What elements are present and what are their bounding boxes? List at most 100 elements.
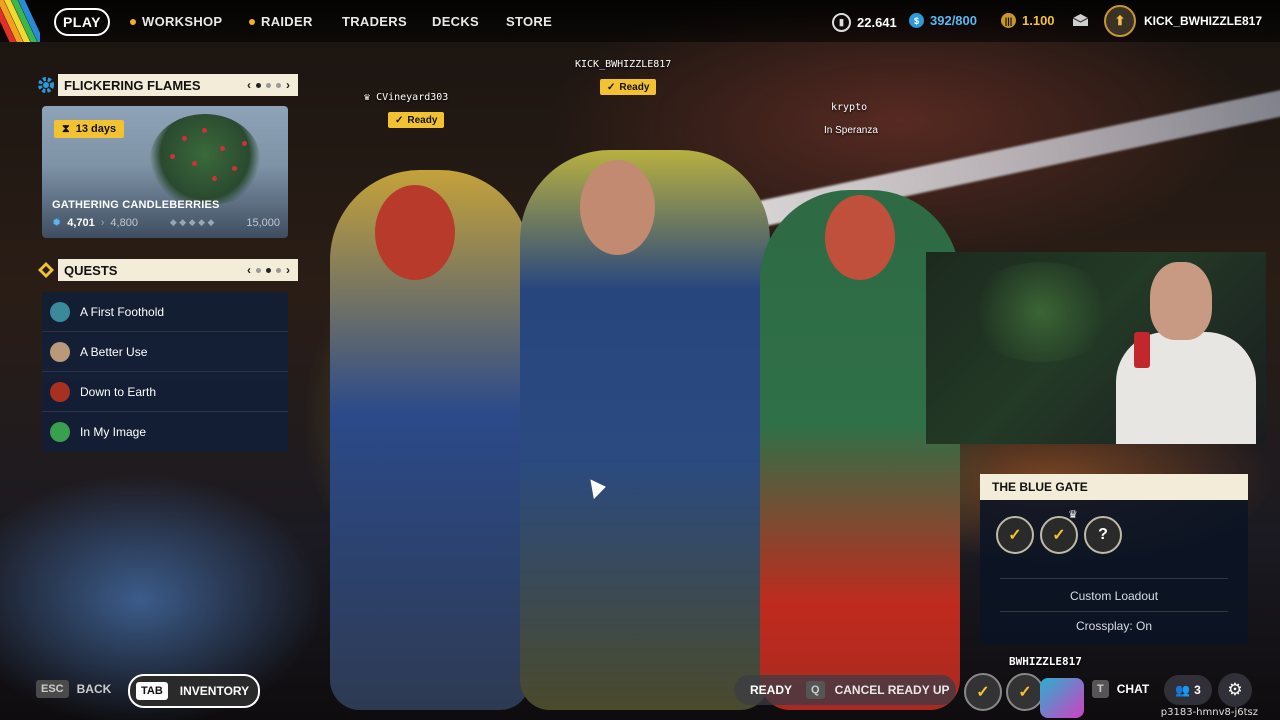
squad-slot-check-icon: ✓	[1040, 516, 1078, 554]
quest-label: A First Foothold	[80, 304, 165, 319]
quests-list: A First Foothold A Better Use Down to Ea…	[42, 292, 288, 452]
player-left-ready-badge: ✓ Ready	[388, 112, 445, 128]
streamer-emote-icon	[1040, 678, 1084, 718]
cancel-ready-button[interactable]: CANCEL READY UP	[835, 683, 950, 697]
back-label: BACK	[76, 682, 112, 696]
chevron-right-icon: ›	[100, 216, 105, 229]
mission-title: THE BLUE GATE	[980, 474, 1248, 500]
play-button[interactable]: PLAY	[54, 8, 110, 36]
progress-next: 4,800	[110, 216, 138, 229]
chevron-left-icon[interactable]: ‹	[247, 263, 251, 277]
inventory-button[interactable]: TAB INVENTORY	[128, 674, 260, 708]
nav-decks[interactable]: DECKS	[432, 14, 479, 29]
squad-member-check-icon[interactable]: ✓	[1006, 673, 1044, 711]
page-dot	[266, 82, 271, 88]
page-dot	[276, 267, 281, 273]
nav-raider[interactable]: RAIDER	[249, 14, 313, 29]
nav-traders[interactable]: TRADERS	[342, 14, 407, 29]
loadout-label[interactable]: Custom Loadout	[980, 589, 1248, 603]
chat-label: CHAT	[1116, 682, 1150, 696]
nav-store-label: STORE	[506, 14, 553, 29]
crown-icon: ♛	[364, 92, 371, 103]
squad-slot-unknown: ?	[1084, 516, 1122, 554]
event-panel-title: FLICKERING FLAMES	[64, 77, 201, 93]
quests-pager[interactable]: ‹ ›	[247, 263, 290, 277]
quest-item[interactable]: A Better Use	[42, 332, 288, 372]
tab-key: TAB	[136, 682, 168, 700]
quest-label: In My Image	[80, 424, 147, 439]
q-key: Q	[806, 681, 825, 699]
squad-slot-check-icon: ✓	[996, 516, 1034, 554]
event-progress: ✹ 4,701 › 4,800 ◆ ◆ ◆ ◆ ◆ 15,000	[52, 216, 280, 230]
character-left-head	[375, 185, 455, 280]
quest-item[interactable]: In My Image	[42, 412, 288, 451]
chat-button[interactable]: T CHAT	[1092, 680, 1149, 698]
quest-avatar-icon	[50, 301, 70, 322]
nav-raider-label: RAIDER	[261, 14, 313, 29]
quest-diamond-icon	[34, 259, 58, 281]
notification-dot-icon	[130, 18, 136, 25]
chevron-right-icon[interactable]: ›	[286, 263, 290, 277]
event-pager[interactable]: ‹ ›	[247, 78, 290, 92]
quest-item[interactable]: A First Foothold	[42, 292, 288, 332]
progress-milestone-dots: ◆ ◆ ◆ ◆ ◆	[169, 217, 215, 227]
event-name: GATHERING CANDLEBERRIES	[52, 199, 220, 211]
light-beam	[694, 85, 1280, 241]
inventory-label: INVENTORY	[179, 684, 250, 698]
page-dot	[256, 82, 261, 88]
nav-store[interactable]: STORE	[506, 14, 552, 29]
hourglass-icon: ⧗	[62, 122, 70, 135]
progress-current: 4,701	[67, 216, 95, 229]
party-button[interactable]: 👥 3	[1164, 675, 1212, 705]
quests-panel-header: QUESTS ‹ ›	[34, 259, 298, 281]
player-left-name: ♛ CVineyard303	[364, 92, 449, 103]
quest-label: A Better Use	[80, 344, 148, 359]
nav-workshop-label: WORKSHOP	[142, 14, 223, 29]
party-count: 3	[1194, 683, 1201, 697]
chevron-right-icon[interactable]: ›	[286, 78, 290, 92]
player-center-ready-badge: ✓ Ready	[600, 79, 657, 95]
event-panel-header: FLICKERING FLAMES ‹ ›	[34, 74, 298, 96]
quests-panel-title: QUESTS	[64, 262, 118, 278]
player-name: BWHIZZLE817	[1009, 655, 1082, 668]
ready-label: READY	[750, 683, 793, 697]
mail-button[interactable]	[1072, 13, 1089, 27]
currency-coins: ▮ 22.641	[832, 13, 897, 32]
profile-button[interactable]: ⬆ KICK_BWHIZZLE817	[1104, 4, 1280, 38]
notification-dot-icon	[249, 18, 255, 25]
gear-icon: ✹	[52, 217, 62, 229]
chevron-left-icon[interactable]: ‹	[247, 78, 251, 92]
currency-tokens-value: 392/800	[930, 13, 977, 28]
quest-avatar-icon	[50, 341, 70, 362]
settings-gear-icon[interactable]: ⚙	[1218, 673, 1252, 707]
squad-slots: ✓ ✓ ? ♛	[996, 509, 1122, 554]
party-users-icon: 👥	[1175, 683, 1191, 697]
back-button[interactable]: ESC BACK	[36, 680, 111, 698]
mission-panel: THE BLUE GATE ✓ ✓ ? ♛ Custom Loadout Cro…	[980, 474, 1248, 644]
squad-member-check-icon[interactable]: ✓	[964, 673, 1002, 711]
event-card[interactable]: ⧗ 13 days GATHERING CANDLEBERRIES ✹ 4,70…	[42, 106, 288, 238]
rainbow-stripes-logo	[0, 0, 40, 42]
token-icon: $	[909, 13, 924, 28]
nav-traders-label: TRADERS	[342, 14, 407, 29]
checkmark-icon: ✓	[395, 114, 404, 126]
character-right-head	[825, 195, 895, 280]
currency-tokens: $ 392/800	[909, 13, 977, 28]
ready-bar: READY Q CANCEL READY UP	[734, 675, 956, 705]
quest-item[interactable]: Down to Earth	[42, 372, 288, 412]
crossplay-label[interactable]: Crossplay: On	[980, 619, 1248, 633]
currency-credits-value: 1.100	[1022, 13, 1055, 28]
character-center-head	[580, 160, 655, 255]
credit-icon: |||	[1001, 13, 1016, 28]
nav-workshop[interactable]: WORKSHOP	[130, 14, 222, 29]
rank-up-arrow-icon: ⬆	[1104, 5, 1136, 37]
webcam-plant	[966, 262, 1116, 362]
crown-icon: ♛	[1068, 509, 1078, 521]
coin-icon: ▮	[832, 13, 851, 32]
session-id: p3183-hmnv8-j6tsz	[1160, 707, 1258, 718]
profile-name: KICK_BWHIZZLE817	[1144, 14, 1263, 28]
quest-avatar-icon	[50, 381, 70, 402]
esc-key: ESC	[36, 680, 69, 698]
quest-avatar-icon	[50, 421, 70, 442]
page-dot	[256, 267, 261, 273]
